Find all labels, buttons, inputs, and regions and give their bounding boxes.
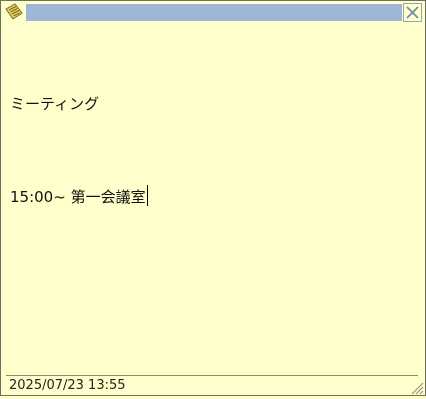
title-bar[interactable]: [1, 1, 425, 23]
text-caret: [146, 185, 148, 206]
sticky-note-window: ミーティング 15:00~ 第一会議室 2025/07/23 13:55: [0, 0, 426, 396]
close-button[interactable]: [403, 3, 422, 22]
note-line-2-text: 15:00~ 第一会議室: [10, 188, 146, 206]
note-timestamp: 2025/07/23 13:55: [9, 378, 126, 393]
note-line-2[interactable]: 15:00~ 第一会議室: [10, 182, 418, 213]
note-line-1[interactable]: ミーティング: [10, 89, 418, 120]
sticky-note-icon[interactable]: [4, 3, 24, 21]
footer-divider: [6, 375, 418, 376]
close-icon: [406, 6, 419, 19]
title-drag-strip[interactable]: [26, 4, 402, 21]
note-text-area[interactable]: ミーティング 15:00~ 第一会議室: [10, 27, 418, 275]
resize-grip-icon[interactable]: [410, 380, 424, 395]
